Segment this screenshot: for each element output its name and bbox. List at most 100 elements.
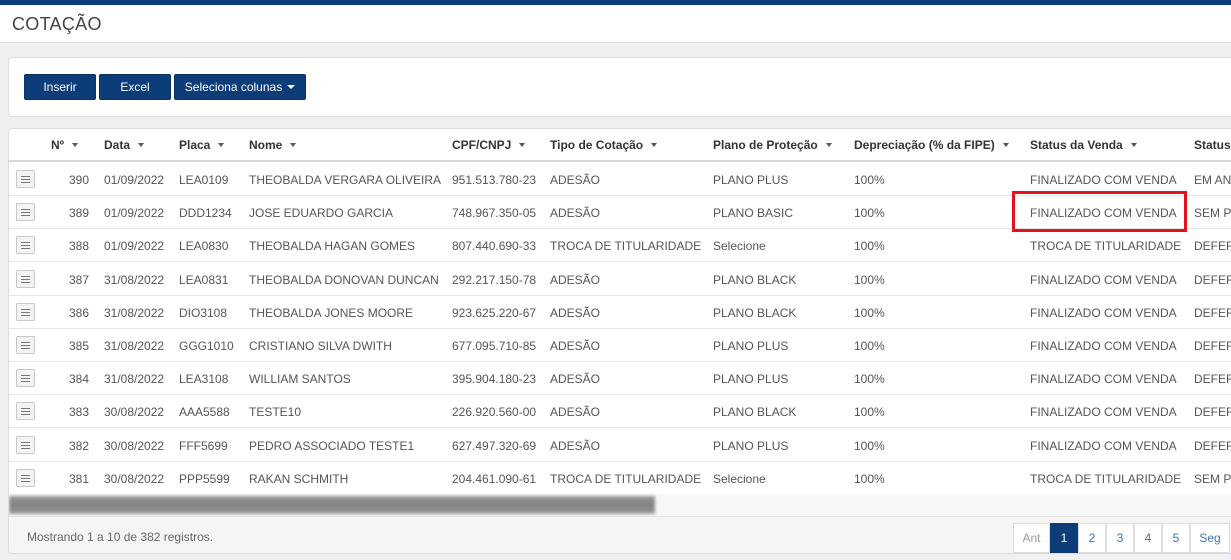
- cell-sale-status: TROCA DE TITULARIDADE: [1030, 239, 1182, 254]
- details-list-icon[interactable]: [16, 369, 35, 388]
- cell-depreciation: 100%: [854, 272, 885, 287]
- cell-sale-status: FINALIZADO COM VENDA: [1030, 405, 1177, 420]
- insert-button[interactable]: Inserir: [24, 74, 96, 100]
- table-row[interactable]: 387 31/08/2022 LEA0831 THEOBALDA DONOVAN DU…: [9, 263, 1231, 296]
- quotes-table: Nº Data Placa Nome CPF/CNPJ Tipo de Cotação Pl…: [8, 128, 1231, 554]
- details-list-icon[interactable]: [16, 236, 35, 255]
- column-header-label: Status da Venda: [1030, 138, 1123, 152]
- cell-sale-status: FINALIZADO COM VENDA: [1030, 272, 1177, 287]
- cell-depreciation: 100%: [854, 339, 885, 353]
- details-list-icon[interactable]: [16, 269, 35, 288]
- cell-status: DEFER: [1194, 405, 1231, 420]
- sort-caret-icon: [825, 142, 832, 147]
- excel-button[interactable]: Excel: [99, 74, 171, 100]
- cell-name: THEOBALDA VERGARA OLIVEIRA: [249, 173, 442, 187]
- cell-num: 388: [68, 239, 89, 254]
- cell-sale-status: TROCA DE TITULARIDADE: [1030, 471, 1182, 486]
- cell-cpf: 951.513.780-23: [452, 173, 537, 187]
- cell-status: DEFER: [1194, 372, 1231, 387]
- page-button-5[interactable]: 5: [1162, 523, 1190, 553]
- details-list-icon[interactable]: [16, 468, 35, 487]
- scrollbar-thumb[interactable]: [9, 496, 655, 514]
- column-header-num[interactable]: Nº: [51, 138, 79, 152]
- cell-status: SEM PE: [1194, 471, 1231, 486]
- column-header-label: Placa: [179, 138, 211, 152]
- cell-quote-type: ADESÃO: [550, 305, 601, 320]
- page-button-3[interactable]: 3: [1106, 523, 1134, 553]
- column-header-label: Nome: [249, 138, 283, 152]
- table-row[interactable]: 381 30/08/2022 PPP5599 RAKAN SCHMITH 204.461…: [9, 462, 1231, 495]
- cell-quote-type: ADESÃO: [550, 173, 601, 187]
- next-page-button[interactable]: Seg: [1190, 523, 1230, 553]
- table-row[interactable]: 385 31/08/2022 GGG1010 CRISTIANO SILVA DWIT…: [9, 329, 1231, 362]
- cell-depreciation: 100%: [854, 471, 885, 486]
- cell-quote-type: TROCA DE TITULARIDADE: [550, 471, 702, 486]
- sort-caret-icon: [218, 142, 225, 147]
- details-list-icon[interactable]: [16, 302, 35, 321]
- cell-depreciation: 100%: [854, 305, 885, 320]
- sort-caret-icon: [138, 142, 145, 147]
- select-columns-button[interactable]: Seleciona colunas: [174, 74, 306, 100]
- insert-button-label: Inserir: [43, 80, 77, 94]
- table-row[interactable]: 388 01/09/2022 LEA0830 THEOBALDA HAGAN GOME…: [9, 229, 1231, 263]
- column-header-cpf[interactable]: CPF/CNPJ: [452, 138, 526, 152]
- column-header-label: Depreciação (% da FIPE): [854, 138, 995, 152]
- column-header-label: Status: [1194, 138, 1231, 152]
- details-list-icon[interactable]: [16, 402, 35, 421]
- cell-depreciation: 100%: [854, 372, 885, 387]
- cell-num: 389: [68, 206, 89, 221]
- cell-plan: PLANO PLUS: [713, 438, 789, 453]
- cell-status: DEFER: [1194, 272, 1231, 287]
- cell-plate: PPP5599: [179, 471, 230, 486]
- cell-plate: AAA5588: [179, 405, 230, 420]
- cell-num: 390: [68, 173, 89, 187]
- table-row[interactable]: 383 30/08/2022 AAA5588 TESTE10 226.920.560-0…: [9, 395, 1231, 429]
- column-header-plate[interactable]: Placa: [179, 138, 225, 152]
- cell-date: 31/08/2022: [104, 339, 165, 353]
- cell-plan: PLANO PLUS: [713, 339, 789, 353]
- details-list-icon[interactable]: [16, 170, 35, 188]
- page-button-2[interactable]: 2: [1078, 523, 1106, 553]
- cell-plate: DIO3108: [179, 305, 228, 320]
- cell-name: JOSE EDUARDO GARCIA: [249, 206, 394, 221]
- cell-plan: PLANO BLACK: [713, 272, 797, 287]
- page-button-4[interactable]: 4: [1134, 523, 1162, 553]
- cell-num: 382: [68, 438, 89, 453]
- cell-depreciation: 100%: [854, 173, 885, 187]
- details-list-icon[interactable]: [16, 336, 35, 354]
- cell-cpf: 677.095.710-85: [452, 339, 537, 353]
- cell-plate: GGG1010: [179, 339, 234, 353]
- cell-sale-status: FINALIZADO COM VENDA: [1030, 339, 1177, 353]
- column-header-name[interactable]: Nome: [249, 138, 297, 152]
- column-header-status[interactable]: Status: [1194, 138, 1231, 152]
- prev-page-button[interactable]: Ant: [1013, 523, 1050, 553]
- cell-name: TESTE10: [249, 405, 302, 420]
- cell-status: DEFER: [1194, 305, 1231, 320]
- cell-depreciation: 100%: [854, 206, 885, 221]
- table-row[interactable]: 386 31/08/2022 DIO3108 THEOBALDA JONES MOOR…: [9, 296, 1231, 329]
- cell-num: 385: [68, 339, 89, 353]
- column-header-date[interactable]: Data: [104, 138, 145, 152]
- cell-date: 30/08/2022: [104, 405, 165, 420]
- column-header-plan[interactable]: Plano de Proteção: [713, 138, 832, 152]
- cell-name: THEOBALDA JONES MOORE: [249, 305, 414, 320]
- cell-name: CRISTIANO SILVA DWITH: [249, 339, 392, 353]
- details-list-icon[interactable]: [16, 435, 35, 454]
- cell-plan: Selecione: [713, 471, 766, 486]
- highlight-box: [1012, 191, 1187, 232]
- table-footer: Mostrando 1 a 10 de 382 registros. Ant 1 2…: [9, 516, 1231, 553]
- cell-num: 387: [68, 272, 89, 287]
- cell-status: EM ANA: [1194, 173, 1231, 187]
- cell-num: 381: [68, 471, 89, 486]
- cell-plan: PLANO PLUS: [713, 372, 789, 387]
- column-header-quote-type[interactable]: Tipo de Cotação: [550, 138, 658, 152]
- column-header-depreciation[interactable]: Depreciação (% da FIPE): [854, 138, 1009, 152]
- page-button-1[interactable]: 1: [1050, 523, 1078, 553]
- table-row[interactable]: 384 31/08/2022 LEA3108 WILLIAM SANTOS 395.90…: [9, 362, 1231, 396]
- cell-date: 30/08/2022: [104, 438, 165, 453]
- column-header-sale-status[interactable]: Status da Venda: [1030, 138, 1137, 152]
- cell-plan: PLANO PLUS: [713, 173, 789, 187]
- table-row[interactable]: 382 30/08/2022 FFF5699 PEDRO ASSOCIADO TEST…: [9, 429, 1231, 462]
- cell-quote-type: TROCA DE TITULARIDADE: [550, 239, 702, 254]
- details-list-icon[interactable]: [16, 203, 35, 222]
